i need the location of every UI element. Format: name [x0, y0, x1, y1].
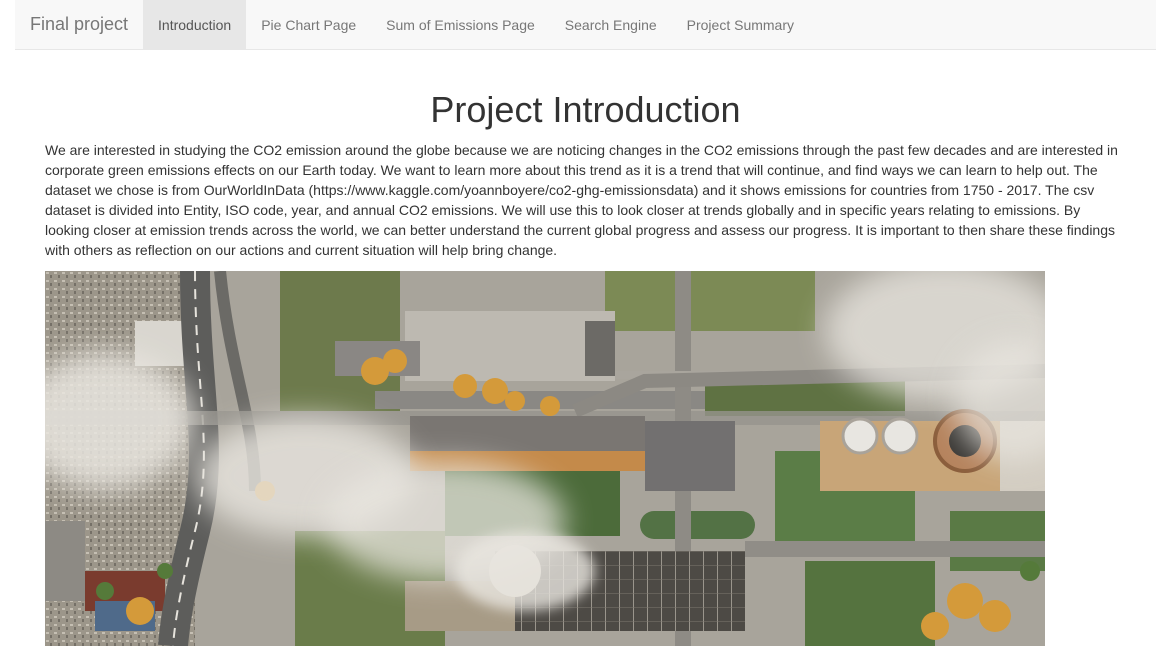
nav-item-sum-of-emissions-page[interactable]: Sum of Emissions Page [371, 0, 550, 50]
industrial-aerial-photo [45, 271, 1045, 646]
brand-link[interactable]: Final project [15, 0, 143, 49]
nav-item-pie-chart-page[interactable]: Pie Chart Page [246, 0, 371, 50]
main-content: Project Introduction We are interested i… [45, 50, 1126, 260]
nav-item-search-engine[interactable]: Search Engine [550, 0, 672, 50]
intro-paragraph: We are interested in studying the CO2 em… [45, 142, 1118, 258]
nav-item-introduction[interactable]: Introduction [143, 0, 247, 50]
top-navbar: Final project Introduction Pie Chart Pag… [15, 0, 1156, 50]
nav-menu: Introduction Pie Chart Page Sum of Emiss… [143, 0, 809, 50]
page-title: Project Introduction [430, 89, 741, 130]
nav-item-project-summary[interactable]: Project Summary [672, 0, 809, 50]
